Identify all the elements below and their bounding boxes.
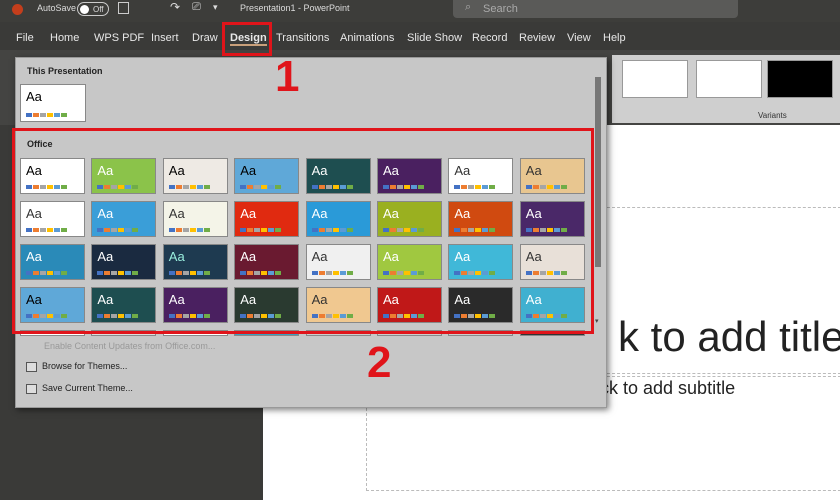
- theme-sample-text: Aa: [312, 335, 328, 336]
- swatch: [33, 113, 39, 117]
- swatch: [40, 113, 46, 117]
- annotation-2: 2: [367, 338, 392, 387]
- theme-sample-text: Aa: [97, 335, 113, 336]
- autosave-toggle[interactable]: Off: [77, 2, 109, 16]
- slide-subtitle[interactable]: ck to add subtitle: [600, 378, 735, 399]
- search-icon: ⌕: [465, 1, 472, 13]
- theme-sample-text: Aa: [26, 335, 42, 336]
- tab-wps-pdf[interactable]: WPS PDF: [94, 32, 144, 44]
- this-presentation-header: This Presentation: [27, 66, 103, 76]
- search-placeholder: Search: [483, 3, 518, 15]
- theme-sample-text: Aa: [240, 335, 256, 336]
- slide-title[interactable]: k to add title: [618, 313, 840, 361]
- tab-view[interactable]: View: [567, 32, 591, 44]
- swatch: [47, 113, 53, 117]
- tab-help[interactable]: Help: [603, 32, 626, 44]
- theme-sample-text: Aa: [383, 335, 399, 336]
- tab-review[interactable]: Review: [519, 32, 555, 44]
- tab-animations[interactable]: Animations: [340, 32, 394, 44]
- tab-draw[interactable]: Draw: [192, 32, 218, 44]
- powerpoint-logo-icon: [12, 4, 23, 15]
- search-box[interactable]: ⌕ Search: [453, 0, 738, 18]
- variant-1[interactable]: [622, 60, 688, 98]
- swatch: [26, 113, 32, 117]
- save-current-theme[interactable]: Save Current Theme...: [26, 383, 133, 394]
- enable-content-updates: Enable Content Updates from Office.com..…: [44, 341, 216, 351]
- variants-label: Variants: [758, 111, 787, 120]
- color-swatches: [26, 113, 67, 117]
- tab-transitions[interactable]: Transitions: [276, 32, 329, 44]
- gallery-scrollbar[interactable]: ▾: [595, 71, 603, 326]
- redo-icon[interactable]: ↷: [170, 0, 180, 14]
- variant-2[interactable]: [696, 60, 762, 98]
- variants-gallery: Variants: [612, 55, 840, 123]
- swatch: [54, 113, 60, 117]
- theme-sample-text: Aa: [169, 335, 185, 336]
- variant-3[interactable]: [767, 60, 833, 98]
- title-bar: AutoSave Off ↷ ⎚ ▾ Presentation1 - Power…: [0, 0, 840, 22]
- browse-for-themes[interactable]: Browse for Themes...: [26, 361, 127, 372]
- tab-record[interactable]: Record: [472, 32, 507, 44]
- present-icon[interactable]: ⎚: [192, 1, 201, 14]
- browse-icon: [26, 361, 37, 372]
- save-icon[interactable]: [118, 2, 129, 14]
- tab-slide-show[interactable]: Slide Show: [407, 32, 462, 44]
- window-title: Presentation1 - PowerPoint: [240, 3, 350, 13]
- customize-icon[interactable]: ▾: [213, 2, 218, 13]
- theme-sample-text: Aa: [454, 335, 470, 336]
- save-icon: [26, 383, 37, 394]
- theme-sample-text: Aa: [526, 335, 542, 336]
- gallery-highlight: [12, 128, 594, 334]
- tab-home[interactable]: Home: [50, 32, 79, 44]
- annotation-1: 1: [275, 52, 300, 101]
- tab-insert[interactable]: Insert: [151, 32, 179, 44]
- tab-file[interactable]: File: [16, 32, 34, 44]
- current-theme-tile[interactable]: Aa: [20, 84, 86, 122]
- autosave-label: AutoSave: [37, 3, 77, 13]
- design-tab-highlight: [222, 22, 272, 56]
- swatch: [61, 113, 67, 117]
- menu-bar: File Home WPS PDF Insert Draw Design Transitio…: [0, 26, 840, 50]
